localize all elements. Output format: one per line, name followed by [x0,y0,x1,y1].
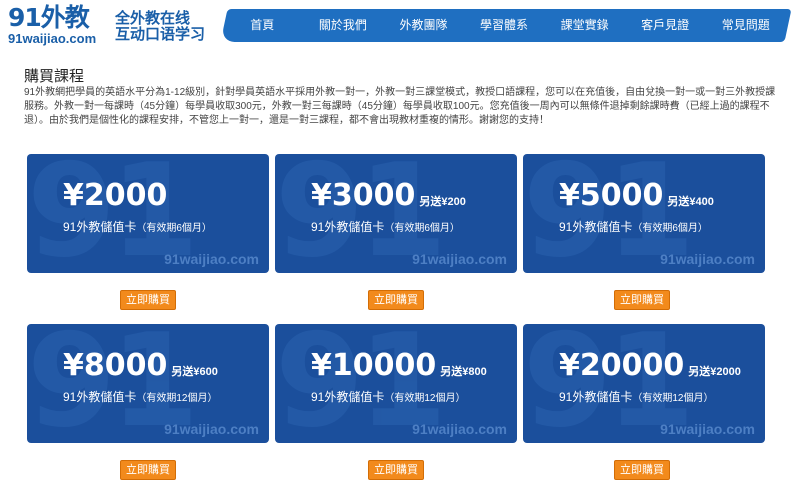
card-bonus: 另送¥2000 [688,366,741,378]
card-desc-label: 91外教儲值卡 [311,390,385,404]
card-watermark: 91waijiao.com [164,421,259,437]
buy-button[interactable]: 立即購買 [614,290,670,310]
intro-text: 91外教網把學員的英語水平分為1-12級別，針對學員英語水平採用外教一對一，外教… [24,87,776,126]
card-description: 91外教儲值卡（有效期6個月） [311,218,460,235]
logo-text: 91外教 [8,3,90,32]
card-price-line: ¥2000 [63,178,171,213]
main-nav: 首頁 關於我們 外教團隊 學習體系 課堂實錄 客戶見證 常見問題 [222,9,786,42]
card-price: ¥20000 [559,348,685,383]
card-validity: （有效期6個月） [384,223,460,234]
nav-item-curriculum[interactable]: 學習體系 [464,9,545,42]
card-price: ¥8000 [63,348,168,383]
buy-button[interactable]: 立即購買 [120,290,176,310]
recharge-card[interactable]: 91 91waijiao.com ¥8000 另送¥600 91外教儲值卡（有效期… [27,324,269,443]
card-desc-label: 91外教儲值卡 [63,390,137,404]
card-watermark: 91waijiao.com [164,251,259,267]
buy-button[interactable]: 立即購買 [614,460,670,480]
nav-item-faq[interactable]: 常見問題 [705,9,786,42]
card-price: ¥10000 [311,348,437,383]
card-description: 91外教儲值卡（有效期12個月） [311,388,465,405]
card-description: 91外教儲值卡（有效期6個月） [559,218,708,235]
card-bonus: 另送¥800 [440,366,487,378]
card-price-line: ¥3000 另送¥200 [311,178,466,213]
nav-item-class-recordings[interactable]: 課堂實錄 [544,9,625,42]
nav-item-teachers[interactable]: 外教團隊 [383,9,464,42]
card-price: ¥2000 [63,178,168,213]
card-price-line: ¥8000 另送¥600 [63,348,218,383]
card-watermark: 91waijiao.com [660,251,755,267]
card-bonus: 另送¥200 [419,196,466,208]
card-description: 91外教儲值卡（有效期6個月） [63,218,212,235]
nav-item-testimonials[interactable]: 客戶見證 [625,9,706,42]
card-price-line: ¥5000 另送¥400 [559,178,714,213]
site-logo[interactable]: 91外教 91waijiao.com [8,4,100,46]
nav-item-home[interactable]: 首頁 [222,9,303,42]
slogan-line-1: 全外教在线 [115,9,191,27]
recharge-card[interactable]: 91 91waijiao.com ¥10000 另送¥800 91外教儲值卡（有效… [275,324,517,443]
card-description: 91外教儲值卡（有效期12個月） [559,388,713,405]
nav-item-about[interactable]: 關於我們 [303,9,384,42]
card-desc-label: 91外教儲值卡 [63,220,137,234]
card-validity: （有效期6個月） [632,223,708,234]
card-desc-label: 91外教儲值卡 [559,390,633,404]
card-validity: （有效期12個月） [384,393,466,404]
recharge-card[interactable]: 91 91waijiao.com ¥5000 另送¥400 91外教儲值卡（有效期… [523,154,765,273]
card-bonus: 另送¥400 [667,196,714,208]
recharge-card[interactable]: 91 91waijiao.com ¥2000 91外教儲值卡（有效期6個月） [27,154,269,273]
card-validity: （有效期6個月） [136,223,212,234]
card-description: 91外教儲值卡（有效期12個月） [63,388,217,405]
buy-button[interactable]: 立即購買 [368,290,424,310]
card-price-line: ¥20000 另送¥2000 [559,348,741,383]
card-watermark: 91waijiao.com [412,251,507,267]
recharge-card[interactable]: 91 91waijiao.com ¥3000 另送¥200 91外教儲值卡（有效期… [275,154,517,273]
site-slogan: 全外教在线 互动口语学习 [115,10,205,42]
buy-button[interactable]: 立即購買 [368,460,424,480]
card-watermark: 91waijiao.com [660,421,755,437]
card-watermark: 91waijiao.com [412,421,507,437]
page-title: 購買課程 [24,68,85,85]
card-price-line: ¥10000 另送¥800 [311,348,487,383]
card-desc-label: 91外教儲值卡 [311,220,385,234]
card-validity: （有效期12個月） [632,393,714,404]
card-price: ¥3000 [311,178,416,213]
card-validity: （有效期12個月） [136,393,218,404]
slogan-line-2: 互动口语学习 [115,25,206,43]
card-bonus: 另送¥600 [171,366,218,378]
recharge-card[interactable]: 91 91waijiao.com ¥20000 另送¥2000 91外教儲值卡（有… [523,324,765,443]
card-desc-label: 91外教儲值卡 [559,220,633,234]
logo-url: 91waijiao.com [8,31,97,46]
card-price: ¥5000 [559,178,664,213]
buy-button[interactable]: 立即購買 [120,460,176,480]
